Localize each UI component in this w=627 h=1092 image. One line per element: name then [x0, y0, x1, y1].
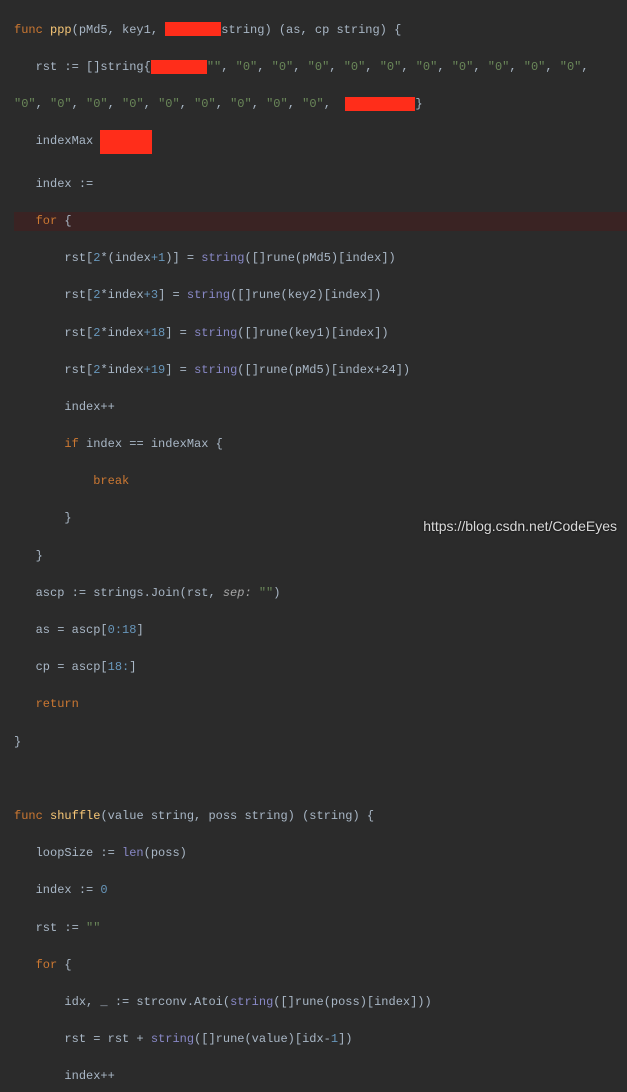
code-line: for {: [14, 956, 627, 975]
code-line: idx, _ := strconv.Atoi(string([]rune(pos…: [14, 993, 627, 1012]
code-line: index := 0: [14, 881, 627, 900]
code-line: rst = rst + string([]rune(value)[idx-1]): [14, 1030, 627, 1049]
code-line: "0", "0", "0", "0", "0", "0", "0", "0", …: [14, 95, 627, 114]
redacted-block: [165, 22, 221, 36]
code-line: ascp := strings.Join(rst, sep: ""): [14, 584, 627, 603]
code-line: if index == indexMax {: [14, 435, 627, 454]
code-line: index++: [14, 398, 627, 417]
code-line: rst := []string{"", "0", "0", "0", "0", …: [14, 58, 627, 77]
code-line: cp = ascp[18:]: [14, 658, 627, 677]
code-line: as = ascp[0:18]: [14, 621, 627, 640]
code-editor[interactable]: func ppp(pMd5, key1, string) (as, cp str…: [0, 0, 627, 1092]
code-line: indexMax: [14, 132, 627, 156]
code-line: rst[2*index+3] = string([]rune(key2)[ind…: [14, 286, 627, 305]
redacted-block: [151, 60, 207, 74]
code-line: rst := "": [14, 919, 627, 938]
redacted-block: [100, 130, 152, 154]
code-line: return: [14, 695, 627, 714]
watermark-text: https://blog.csdn.net/CodeEyes: [423, 516, 617, 538]
code-line: loopSize := len(poss): [14, 844, 627, 863]
code-line: break: [14, 472, 627, 491]
code-line-highlighted: for {: [14, 212, 627, 231]
code-line: rst[2*(index+1)] = string([]rune(pMd5)[i…: [14, 249, 627, 268]
code-line: [14, 770, 627, 789]
code-line: func ppp(pMd5, key1, string) (as, cp str…: [14, 21, 627, 40]
code-line: rst[2*index+19] = string([]rune(pMd5)[in…: [14, 361, 627, 380]
code-line: rst[2*index+18] = string([]rune(key1)[in…: [14, 324, 627, 343]
code-line: }: [14, 547, 627, 566]
code-line: index :=: [14, 175, 627, 194]
redacted-block: [345, 97, 415, 111]
code-line: index++: [14, 1067, 627, 1086]
code-line: func shuffle(value string, poss string) …: [14, 807, 627, 826]
code-line: }: [14, 733, 627, 752]
